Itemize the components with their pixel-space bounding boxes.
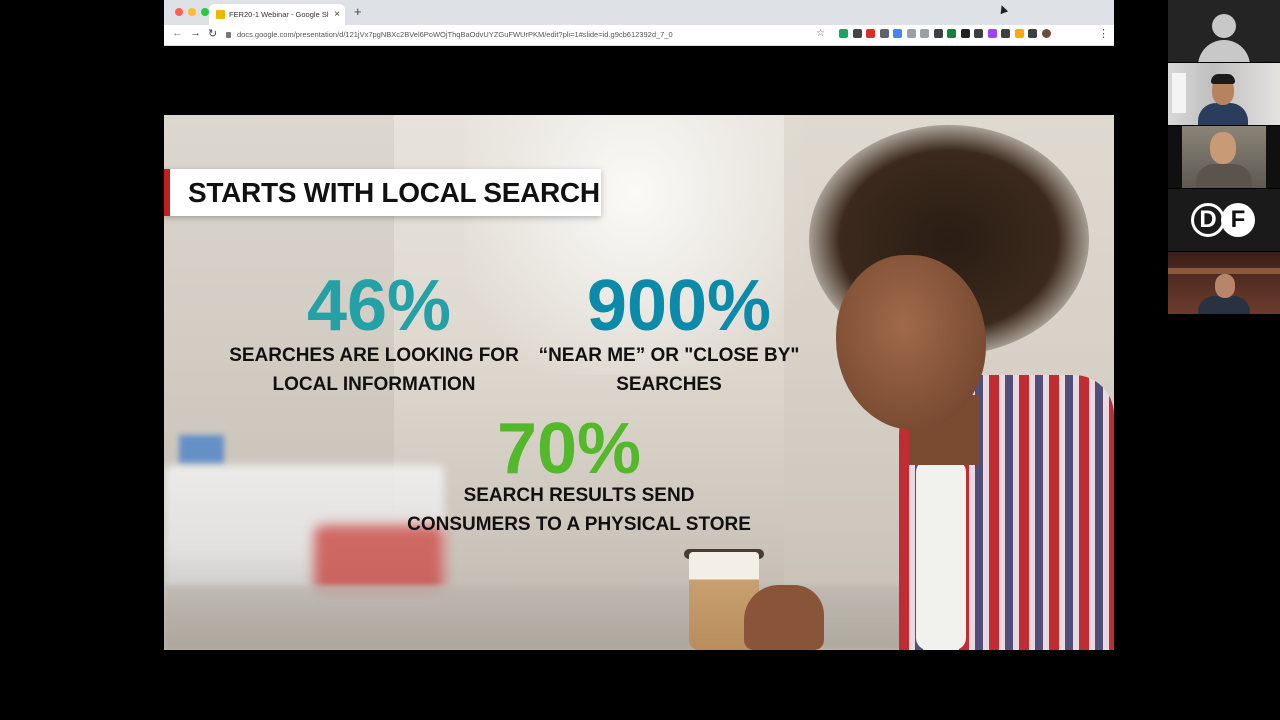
forward-button[interactable]: → bbox=[190, 27, 201, 39]
stat-value: 70% bbox=[496, 409, 642, 489]
participant-tile[interactable] bbox=[1168, 126, 1280, 188]
person-face bbox=[836, 255, 986, 430]
stat-caption: “NEAR ME” OR "CLOSE BY" SEARCHES bbox=[519, 341, 819, 399]
address-bar[interactable]: docs.google.com/presentation/d/121jVx7pg… bbox=[226, 27, 826, 43]
df-logo: F bbox=[1221, 203, 1255, 237]
extension-icon[interactable] bbox=[1001, 29, 1010, 38]
stat-caption-line: CONSUMERS TO A PHYSICAL STORE bbox=[407, 514, 751, 535]
new-tab-button[interactable]: + bbox=[354, 4, 362, 19]
participant-video bbox=[1198, 103, 1248, 125]
extension-icon[interactable] bbox=[879, 29, 889, 38]
white-tshirt bbox=[916, 460, 966, 650]
stat-caption: SEARCH RESULTS SEND CONSUMERS TO A PHYSI… bbox=[384, 481, 774, 539]
stat-value: 46% bbox=[306, 266, 452, 346]
stat-caption-line: SEARCHES bbox=[616, 374, 722, 395]
extension-icon[interactable] bbox=[852, 29, 862, 38]
reload-button[interactable]: ↻ bbox=[208, 27, 217, 40]
stat-caption: SEARCHES ARE LOOKING FOR LOCAL INFORMATI… bbox=[209, 341, 539, 399]
tab-close-button[interactable]: × bbox=[334, 4, 340, 25]
extension-icon[interactable] bbox=[893, 29, 902, 38]
extension-icon[interactable] bbox=[839, 29, 848, 38]
extension-icon[interactable] bbox=[960, 29, 970, 38]
participant-tile[interactable] bbox=[1168, 0, 1280, 62]
extension-icon[interactable] bbox=[974, 29, 983, 38]
participant-tile[interactable] bbox=[1168, 252, 1280, 314]
extension-icon[interactable] bbox=[906, 29, 916, 38]
extension-icon[interactable] bbox=[866, 29, 875, 38]
extension-icon[interactable] bbox=[1028, 29, 1037, 38]
back-button[interactable]: ← bbox=[172, 27, 183, 39]
browser-tab[interactable]: FER20-1 Webinar - Google Slid × bbox=[209, 4, 345, 25]
browser-window: FER20-1 Webinar - Google Slid × + ← → ↻ … bbox=[164, 0, 1114, 720]
extension-icon[interactable] bbox=[947, 29, 956, 38]
lock-icon bbox=[226, 32, 231, 39]
slide-title-box: STARTS WITH LOCAL SEARCH bbox=[164, 169, 601, 216]
participant-video bbox=[1210, 132, 1236, 164]
participant-tile[interactable] bbox=[1168, 63, 1280, 125]
avatar-icon bbox=[1212, 14, 1236, 38]
window-close-button[interactable] bbox=[175, 8, 183, 16]
participant-video bbox=[1211, 74, 1235, 84]
window-maximize-button[interactable] bbox=[201, 8, 209, 16]
person-hand bbox=[744, 585, 824, 650]
slides-icon bbox=[216, 10, 225, 19]
tab-bar: FER20-1 Webinar - Google Slid × + bbox=[164, 0, 1114, 25]
stat-caption-line: LOCAL INFORMATION bbox=[272, 374, 476, 395]
background-window bbox=[1172, 73, 1186, 113]
browser-menu-button[interactable]: ⋮ bbox=[1098, 27, 1109, 40]
slide-title: STARTS WITH LOCAL SEARCH bbox=[188, 177, 600, 208]
address-text: docs.google.com/presentation/d/121jVx7pg… bbox=[237, 30, 673, 39]
stat-caption-line: “NEAR ME” OR "CLOSE BY" bbox=[538, 345, 800, 366]
star-icon[interactable]: ☆ bbox=[816, 28, 825, 39]
participant-video bbox=[1198, 296, 1250, 314]
stat-caption-line: SEARCH RESULTS SEND bbox=[463, 485, 695, 506]
participant-video bbox=[1215, 274, 1235, 298]
window-minimize-button[interactable] bbox=[188, 8, 196, 16]
stat-value: 900% bbox=[586, 266, 772, 346]
extension-icon[interactable] bbox=[933, 29, 943, 38]
extension-icon[interactable] bbox=[1014, 29, 1024, 38]
background-sign bbox=[179, 435, 224, 465]
extension-icon[interactable] bbox=[1041, 29, 1051, 38]
extension-icon[interactable] bbox=[987, 29, 997, 38]
participant-tile[interactable]: D F bbox=[1168, 189, 1280, 251]
extension-icon[interactable] bbox=[920, 29, 929, 38]
extensions-bar bbox=[839, 29, 1055, 41]
tab-title: FER20-1 Webinar - Google Slid bbox=[229, 10, 329, 19]
mouse-cursor-icon bbox=[997, 3, 1009, 15]
df-logo: D bbox=[1191, 203, 1225, 237]
title-accent-bar bbox=[164, 169, 170, 216]
stat-caption-line: SEARCHES ARE LOOKING FOR bbox=[229, 345, 519, 366]
participant-video bbox=[1196, 164, 1252, 188]
presentation-slide: STARTS WITH LOCAL SEARCH 46% SEARCHES AR… bbox=[164, 115, 1114, 650]
avatar-icon bbox=[1198, 40, 1250, 62]
browser-toolbar: ← → ↻ docs.google.com/presentation/d/121… bbox=[164, 25, 1114, 46]
